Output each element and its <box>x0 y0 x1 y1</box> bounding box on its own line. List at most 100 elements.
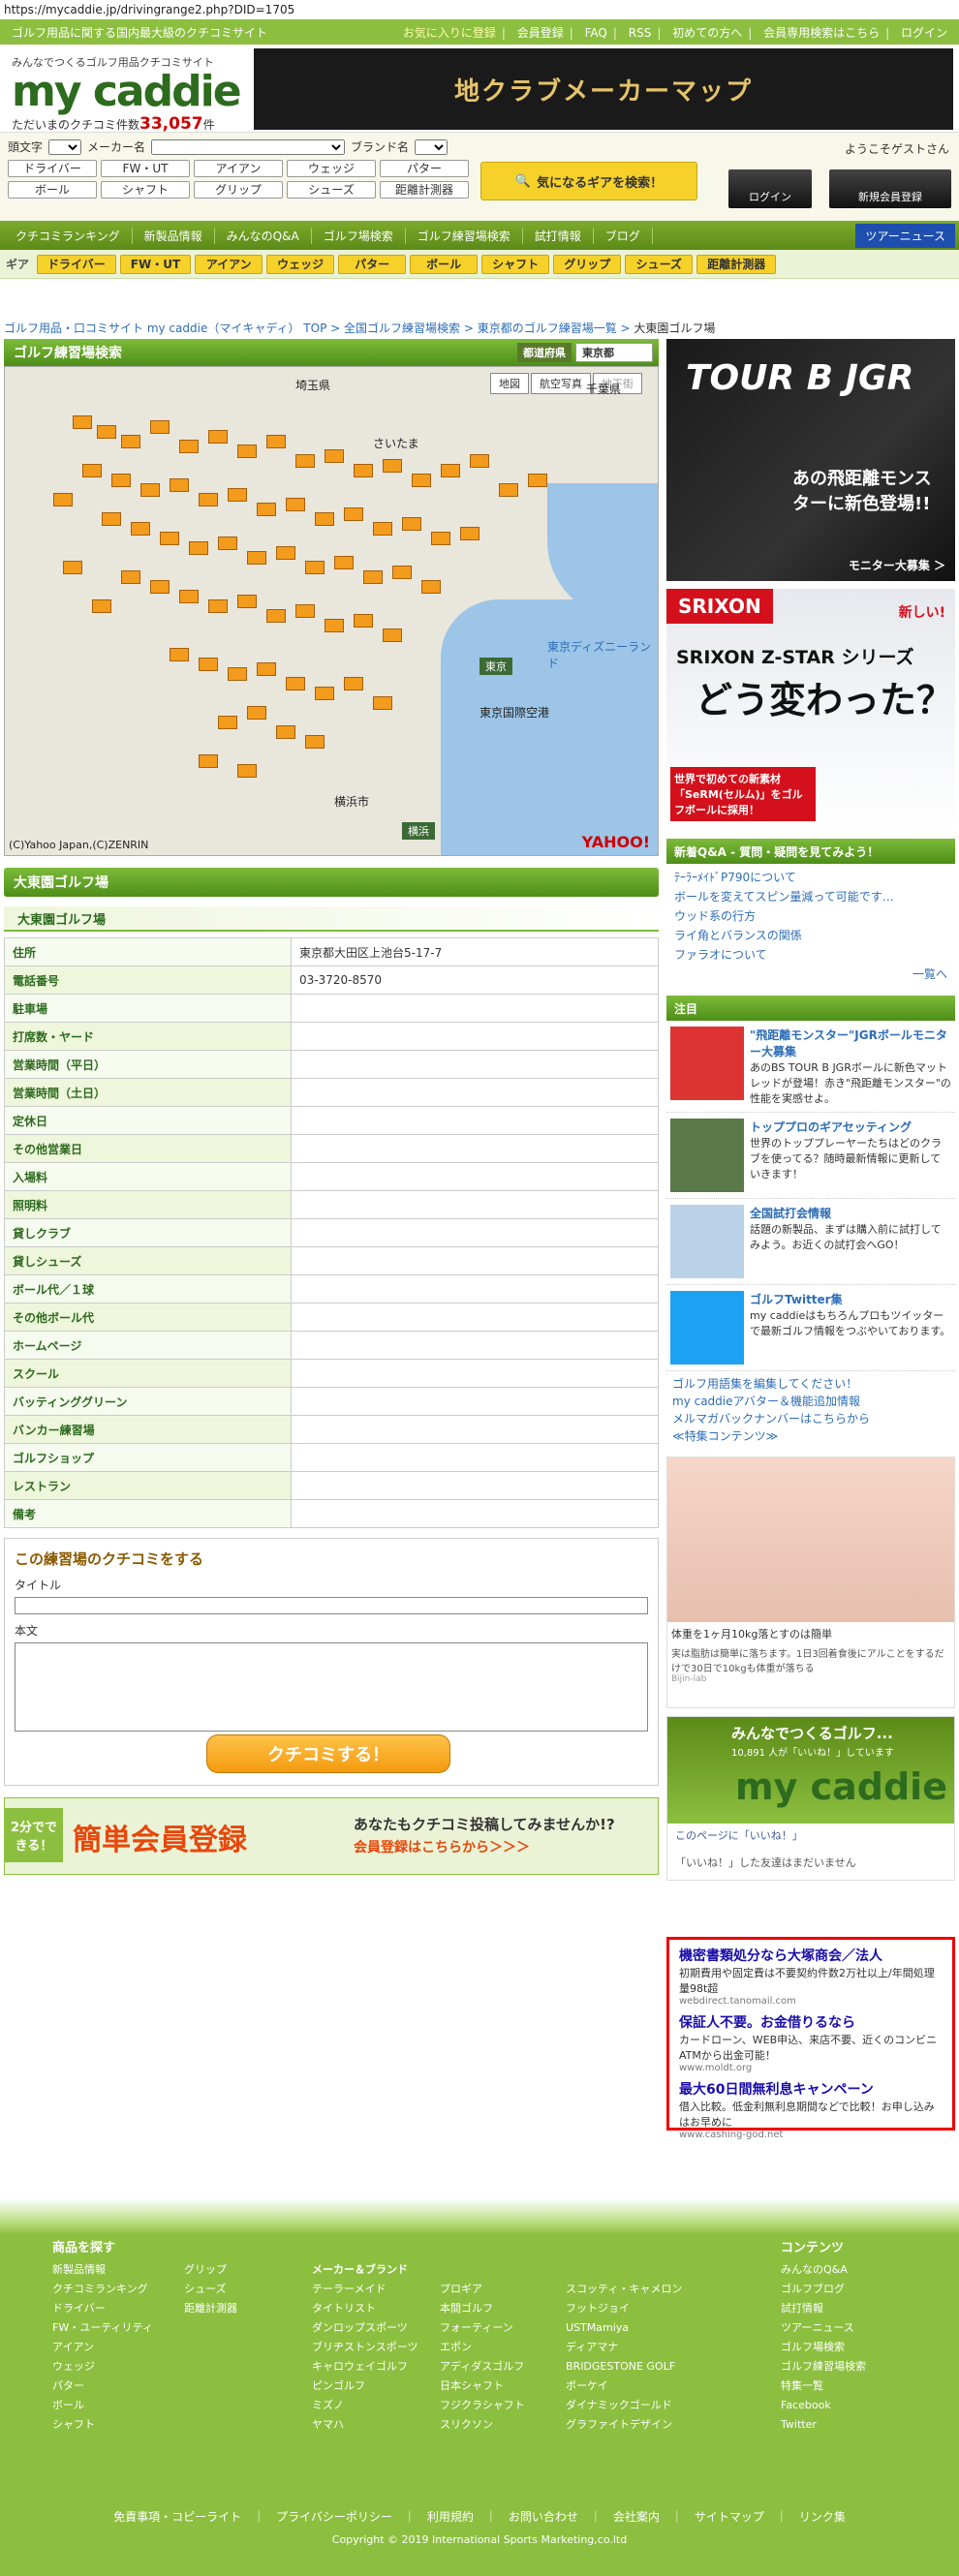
range-pin[interactable] <box>315 687 334 700</box>
footer-link[interactable]: ボール <box>52 2396 153 2415</box>
range-pin[interactable] <box>528 474 547 487</box>
range-pin[interactable] <box>344 677 363 690</box>
srixon-ad[interactable]: SRIXON 新しい! SRIXON Z-STAR シリーズ どう変わった？ 世… <box>666 589 955 831</box>
address-bar[interactable]: https://mycaddie.jp/drivingrange2.php?DI… <box>0 0 959 19</box>
site-logo[interactable]: みんなでつくるゴルフ用品クチコミサイト my caddie ただいまのクチコミ件… <box>12 54 244 134</box>
range-pin[interactable] <box>334 556 354 569</box>
footer-link[interactable]: ツアーニュース <box>781 2318 866 2338</box>
range-pin[interactable] <box>325 619 344 632</box>
range-pin[interactable] <box>150 580 170 594</box>
range-pin[interactable] <box>431 532 450 545</box>
review-body-input[interactable] <box>15 1642 648 1732</box>
nav-course-search[interactable]: ゴルフ場検索 <box>312 227 406 244</box>
text-ad[interactable]: 保証人不要。お金借りるなら カードローン、WEB申込、来店不要、近くのコンビニAT… <box>679 2012 943 2073</box>
cat-button[interactable]: グリップ <box>194 181 283 199</box>
footer-link[interactable]: クチコミランキング <box>52 2280 153 2299</box>
footer-link[interactable]: 日本シャフト <box>440 2377 525 2396</box>
footer-links[interactable]: 免責事項・コピーライト ｜ プライバシーポリシー ｜ 利用規約 ｜ お問い合わせ… <box>0 2508 959 2525</box>
qa-item[interactable]: ウッド系の行方 <box>674 906 947 926</box>
nav-new-products[interactable]: 新製品情報 <box>133 227 215 244</box>
range-pin[interactable] <box>63 561 82 574</box>
nav-range-search[interactable]: ゴルフ練習場検索 <box>406 227 523 244</box>
review-title-input[interactable] <box>15 1597 648 1614</box>
footer-link[interactable]: BRIDGESTONE GOLF <box>566 2357 682 2377</box>
crumb-tokyo[interactable]: 東京都のゴルフ練習場一覧 <box>478 322 617 335</box>
beginner-link[interactable]: 初めての方へ <box>672 26 742 40</box>
range-pin[interactable] <box>354 464 373 477</box>
range-pin[interactable] <box>295 454 315 468</box>
range-pin[interactable] <box>208 599 228 613</box>
side-link[interactable]: my caddieアバター＆機能追加情報 <box>672 1393 949 1410</box>
range-pin[interactable] <box>140 483 160 497</box>
notice-item[interactable]: "飛距離モンスター"JGRボールモニター大募集 あのBS TOUR B JGRボー… <box>666 1021 955 1113</box>
qa-more-link[interactable]: 一覧へ <box>674 965 947 984</box>
footer-link[interactable]: グラファイトデザイン <box>566 2415 682 2435</box>
range-pin[interactable] <box>199 493 218 506</box>
range-pin[interactable] <box>344 507 363 521</box>
range-pin[interactable] <box>111 474 131 487</box>
range-pin[interactable] <box>170 478 189 492</box>
range-pin[interactable] <box>131 522 150 536</box>
range-pin[interactable] <box>383 629 402 642</box>
footer-link[interactable]: スコッティ・キャメロン <box>566 2280 682 2299</box>
footer-link[interactable]: ダンロップスポーツ <box>312 2318 418 2338</box>
range-pin[interactable] <box>247 551 266 565</box>
footer-link[interactable]: アイアン <box>52 2338 153 2357</box>
cat-button[interactable]: ボール <box>8 181 97 199</box>
range-pin[interactable] <box>257 662 276 676</box>
range-pin[interactable] <box>237 445 257 458</box>
range-pin[interactable] <box>460 527 480 540</box>
range-pin[interactable] <box>305 561 325 574</box>
range-pin[interactable] <box>218 716 237 729</box>
qa-item[interactable]: ﾃｰﾗｰﾒｲﾄﾞP790について <box>674 868 947 887</box>
gear-button[interactable]: ウェッジ <box>266 254 335 274</box>
new-member-button[interactable]: 新規会員登録 <box>829 169 951 208</box>
range-pin[interactable] <box>73 415 92 429</box>
maker-map-banner[interactable]: 地クラブメーカーマップ <box>254 48 953 130</box>
gear-button[interactable]: ボール <box>410 254 479 274</box>
footer-link[interactable]: みんなのQ&A <box>781 2260 866 2280</box>
footer-link[interactable]: Facebook <box>781 2396 866 2415</box>
range-pin[interactable] <box>392 566 412 579</box>
crumb-national[interactable]: 全国ゴルフ練習場検索 <box>344 322 460 335</box>
range-pin[interactable] <box>373 522 392 536</box>
rss-link[interactable]: RSS <box>629 26 652 40</box>
footer-link[interactable]: テーラーメイド <box>312 2280 418 2299</box>
side-link[interactable]: ゴルフ用語集を編集してください！ <box>672 1375 949 1393</box>
footer-link[interactable]: ドライバー <box>52 2299 153 2318</box>
side-link[interactable]: ≪特集コンテンツ≫ <box>672 1427 949 1445</box>
footer-link[interactable]: ディアマナ <box>566 2338 682 2357</box>
qa-item[interactable]: ライ角とバランスの関係 <box>674 926 947 945</box>
range-pin[interactable] <box>208 430 228 444</box>
footer-link[interactable]: キャロウェイゴルフ <box>312 2357 418 2377</box>
range-pin[interactable] <box>237 595 257 608</box>
range-pin[interactable] <box>421 580 441 594</box>
range-pin[interactable] <box>199 658 218 671</box>
facebook-like-button[interactable]: このページに「いいね！」 <box>667 1824 954 1847</box>
range-pin[interactable] <box>179 440 199 453</box>
range-pin[interactable] <box>305 735 325 749</box>
range-pin[interactable] <box>325 449 344 463</box>
brand-select[interactable] <box>415 138 449 155</box>
range-pin[interactable] <box>92 599 111 613</box>
qa-item[interactable]: ボールを変えてスピン量減って可能です… <box>674 887 947 906</box>
range-pin[interactable] <box>150 420 170 434</box>
footer-link[interactable]: エポン <box>440 2338 525 2357</box>
login-button[interactable]: ログイン <box>728 169 812 208</box>
range-pin[interactable] <box>266 609 286 623</box>
gear-button[interactable]: FW・UT <box>119 254 192 274</box>
footer-link[interactable]: スリクソン <box>440 2415 525 2435</box>
initial-select[interactable] <box>48 138 82 155</box>
crumb-top[interactable]: ゴルフ用品・口コミサイト my caddie（マイキャディ） TOP <box>4 322 326 335</box>
gear-search-button[interactable]: 🔍 気になるギアを検索！ <box>480 162 697 200</box>
cat-button[interactable]: アイアン <box>194 160 283 177</box>
gear-button[interactable]: アイアン <box>195 254 263 274</box>
range-pin[interactable] <box>228 488 247 502</box>
favorite-link[interactable]: お気に入りに登録 <box>403 26 496 40</box>
footer-link[interactable]: シューズ <box>184 2280 237 2299</box>
cat-button[interactable]: ドライバー <box>8 160 97 177</box>
range-pin[interactable] <box>82 464 102 477</box>
range-pin[interactable] <box>247 706 266 720</box>
range-pin[interactable] <box>373 696 392 710</box>
footer-link[interactable]: 試打情報 <box>781 2299 866 2318</box>
